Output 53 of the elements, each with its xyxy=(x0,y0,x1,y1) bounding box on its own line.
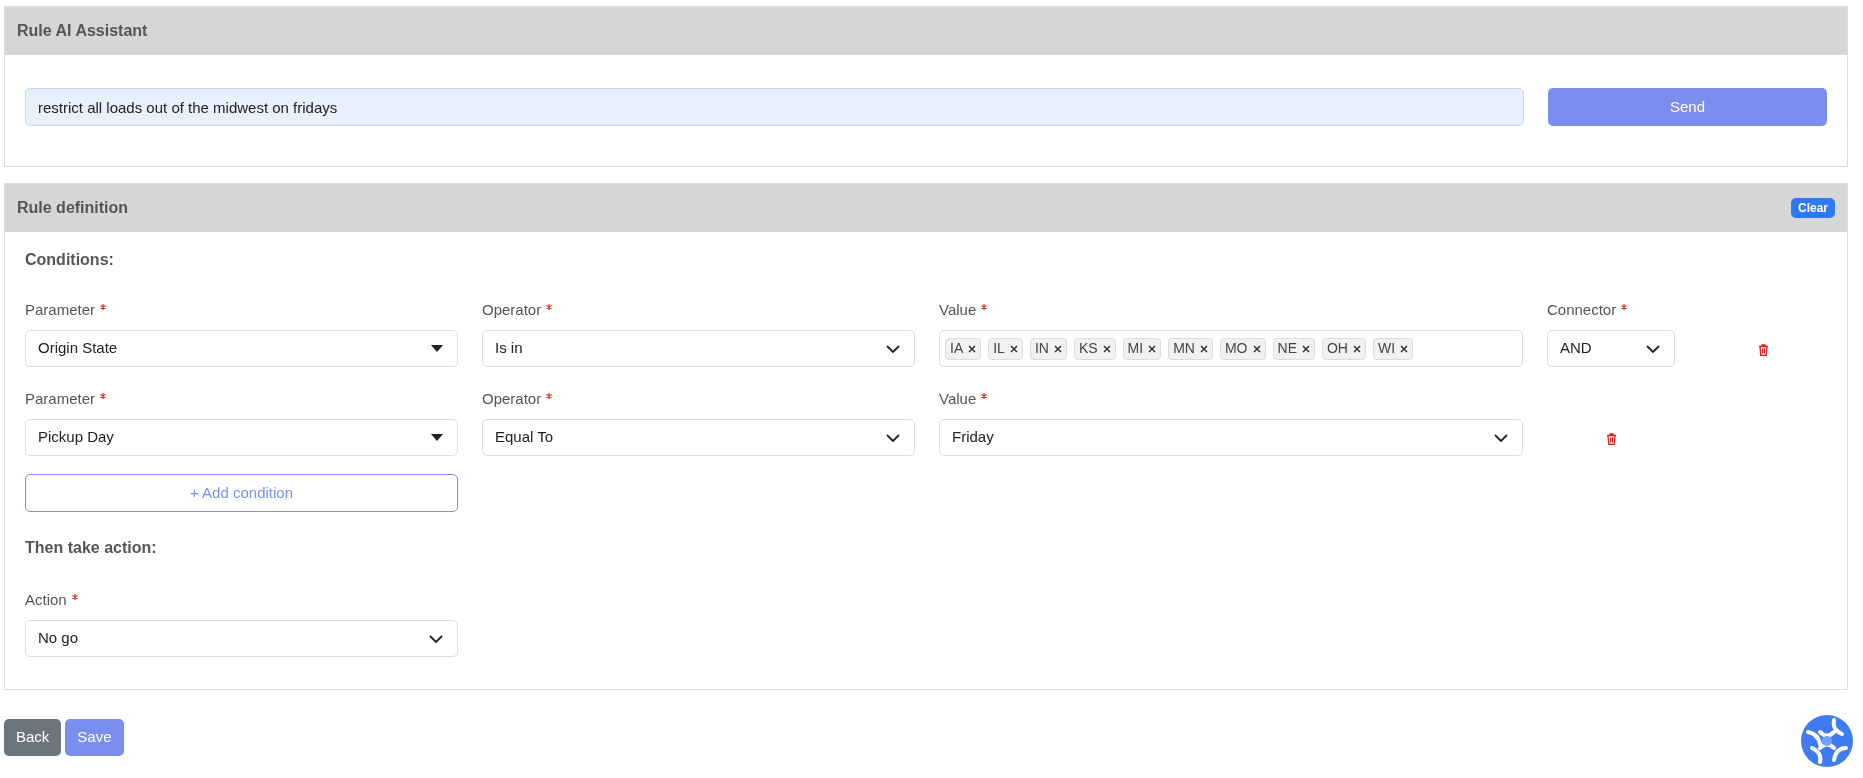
close-icon[interactable] xyxy=(1252,344,1261,353)
select-field[interactable]: Friday xyxy=(939,419,1523,456)
trash-icon[interactable] xyxy=(1605,433,1617,445)
logo-icon xyxy=(1800,712,1854,770)
tag-input[interactable]: IA IL IN KS MI MN MO NE OH WI xyxy=(939,330,1523,367)
back-button[interactable]: Back xyxy=(4,718,62,756)
section-heading: Then take action: xyxy=(25,538,158,558)
select-field[interactable]: Pickup Day xyxy=(25,419,458,456)
tag-chip[interactable]: NE xyxy=(1272,337,1315,360)
chevron-down-icon xyxy=(1494,433,1508,442)
select-field[interactable]: AND xyxy=(1547,330,1675,367)
field-label: Value xyxy=(939,388,977,409)
select-field[interactable]: Is in xyxy=(482,330,915,367)
field-label: Operator xyxy=(482,388,542,409)
field-label: Parameter xyxy=(25,388,96,409)
field-label: Operator xyxy=(482,299,542,320)
tag-chip[interactable]: MO xyxy=(1219,337,1266,360)
prompt-field[interactable]: restrict all loads out of the midwest on fridays xyxy=(25,88,1524,126)
tag-chip[interactable]: MI xyxy=(1122,337,1162,360)
chevron-down-icon xyxy=(886,433,900,442)
close-icon[interactable] xyxy=(1301,344,1310,353)
select-field[interactable]: Equal To xyxy=(482,419,915,456)
field-label: Connector xyxy=(1547,299,1617,320)
caret-icon xyxy=(431,434,443,441)
chevron-down-icon xyxy=(886,344,900,353)
field-label: Parameter xyxy=(25,299,96,320)
tag-chip[interactable]: OH xyxy=(1321,337,1366,360)
close-icon[interactable] xyxy=(1148,344,1157,353)
select-field[interactable]: No go xyxy=(25,620,458,657)
close-icon[interactable] xyxy=(1053,344,1062,353)
tag-chip[interactable]: KS xyxy=(1073,337,1116,360)
caret-icon xyxy=(431,345,443,352)
section-heading: Conditions: xyxy=(25,250,115,270)
tag-chip[interactable]: IL xyxy=(988,337,1023,360)
select-field[interactable]: Origin State xyxy=(25,330,458,367)
tag-chip[interactable]: IA xyxy=(945,337,982,360)
chevron-down-icon xyxy=(1646,344,1660,353)
field-label: Action xyxy=(25,589,67,610)
chevron-down-icon xyxy=(429,634,443,643)
field-label: Value xyxy=(939,299,977,320)
close-icon[interactable] xyxy=(1352,344,1361,353)
close-icon[interactable] xyxy=(1199,344,1208,353)
tag-chip[interactable]: IN xyxy=(1029,337,1067,360)
tag-chip[interactable]: MN xyxy=(1168,337,1213,360)
close-icon[interactable] xyxy=(1400,344,1409,353)
close-icon[interactable] xyxy=(968,344,977,353)
tag-chip[interactable]: WI xyxy=(1372,337,1414,360)
trash-icon[interactable] xyxy=(1757,344,1769,356)
close-icon[interactable] xyxy=(1009,344,1018,353)
close-icon[interactable] xyxy=(1102,344,1111,353)
clear-button[interactable]: Clear xyxy=(1790,198,1835,218)
panel-title: Rule AI Assistant xyxy=(17,21,148,41)
panel-title: Rule definition xyxy=(17,198,129,218)
